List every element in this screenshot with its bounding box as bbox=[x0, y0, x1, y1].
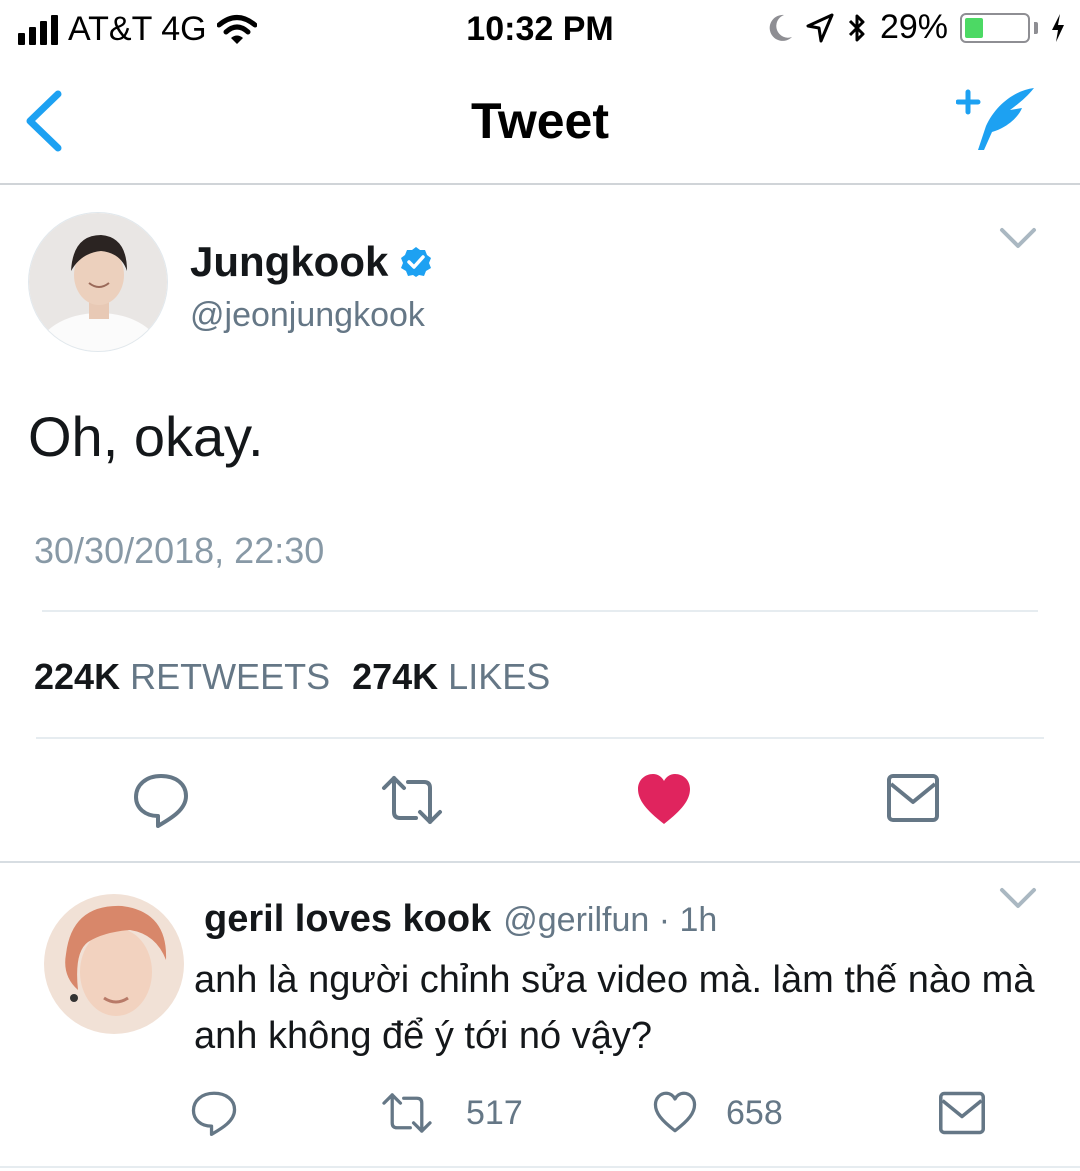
reply-avatar-photo bbox=[44, 894, 184, 1034]
divider bbox=[0, 1166, 1080, 1168]
author-name[interactable]: Jungkook bbox=[190, 238, 432, 286]
battery-icon bbox=[960, 12, 1030, 43]
reply-author-name[interactable]: geril loves kook bbox=[204, 898, 491, 941]
divider bbox=[42, 610, 1038, 612]
battery-cap bbox=[1034, 21, 1038, 34]
retweet-icon[interactable] bbox=[380, 772, 444, 828]
chevron-down-icon[interactable] bbox=[998, 884, 1038, 912]
likes-stat[interactable]: 274K LIKES bbox=[352, 656, 550, 698]
tweet-stats: 224K RETWEETS 274K LIKES bbox=[34, 656, 550, 698]
reply-meta: @gerilfun · 1h bbox=[503, 901, 718, 939]
status-right: 29% bbox=[768, 8, 1066, 47]
charging-icon bbox=[1052, 13, 1064, 42]
location-icon bbox=[806, 13, 834, 42]
retweets-label: RETWEETS bbox=[130, 656, 331, 697]
direct-message-icon[interactable] bbox=[938, 1090, 986, 1136]
reply-header: geril loves kook @gerilfun · 1h bbox=[204, 898, 717, 941]
tweet-detail-screen: AT&T 4G 10:32 PM 29% Tweet Jungkook @jeo… bbox=[0, 0, 1080, 1171]
reply-actions: 517 658 bbox=[0, 1090, 1080, 1138]
chevron-down-icon[interactable] bbox=[998, 224, 1038, 252]
direct-message-icon[interactable] bbox=[886, 772, 940, 824]
battery-percent: 29% bbox=[879, 8, 948, 46]
avatar[interactable] bbox=[28, 212, 168, 352]
reply-avatar[interactable] bbox=[44, 894, 184, 1034]
reply-like-count: 658 bbox=[726, 1094, 783, 1132]
bluetooth-icon bbox=[848, 14, 865, 41]
retweet-icon[interactable] bbox=[380, 1090, 434, 1136]
moon-icon bbox=[769, 14, 792, 41]
divider bbox=[0, 861, 1080, 863]
heart-outline-icon[interactable] bbox=[652, 1090, 698, 1134]
tweet-actions bbox=[0, 772, 1080, 828]
tweet-timestamp: 30/30/2018, 22:30 bbox=[34, 530, 325, 571]
avatar-photo bbox=[29, 213, 167, 351]
reply-icon[interactable] bbox=[132, 772, 190, 828]
retweets-stat[interactable]: 224K RETWEETS bbox=[34, 656, 330, 698]
reply-text: anh là người chỉnh sửa video mà. làm thế… bbox=[194, 959, 1035, 1057]
reply-retweet-count: 517 bbox=[466, 1094, 523, 1132]
reply-icon[interactable] bbox=[190, 1090, 238, 1136]
likes-count: 274K bbox=[352, 656, 439, 697]
status-bar: AT&T 4G 10:32 PM 29% bbox=[0, 0, 1080, 62]
heart-icon[interactable] bbox=[636, 772, 692, 826]
likes-label: LIKES bbox=[448, 656, 551, 697]
nav-bar: Tweet bbox=[0, 62, 1080, 185]
author-name-text: Jungkook bbox=[190, 238, 389, 285]
tweet-text: Oh, okay. bbox=[28, 405, 264, 468]
battery-fill bbox=[965, 17, 983, 38]
verified-badge-icon bbox=[401, 247, 432, 277]
author-handle[interactable]: @jeonjungkook bbox=[190, 296, 425, 335]
retweets-count: 224K bbox=[34, 656, 121, 697]
divider bbox=[36, 737, 1044, 739]
compose-tweet-icon[interactable] bbox=[956, 84, 1038, 156]
page-title: Tweet bbox=[471, 93, 609, 149]
